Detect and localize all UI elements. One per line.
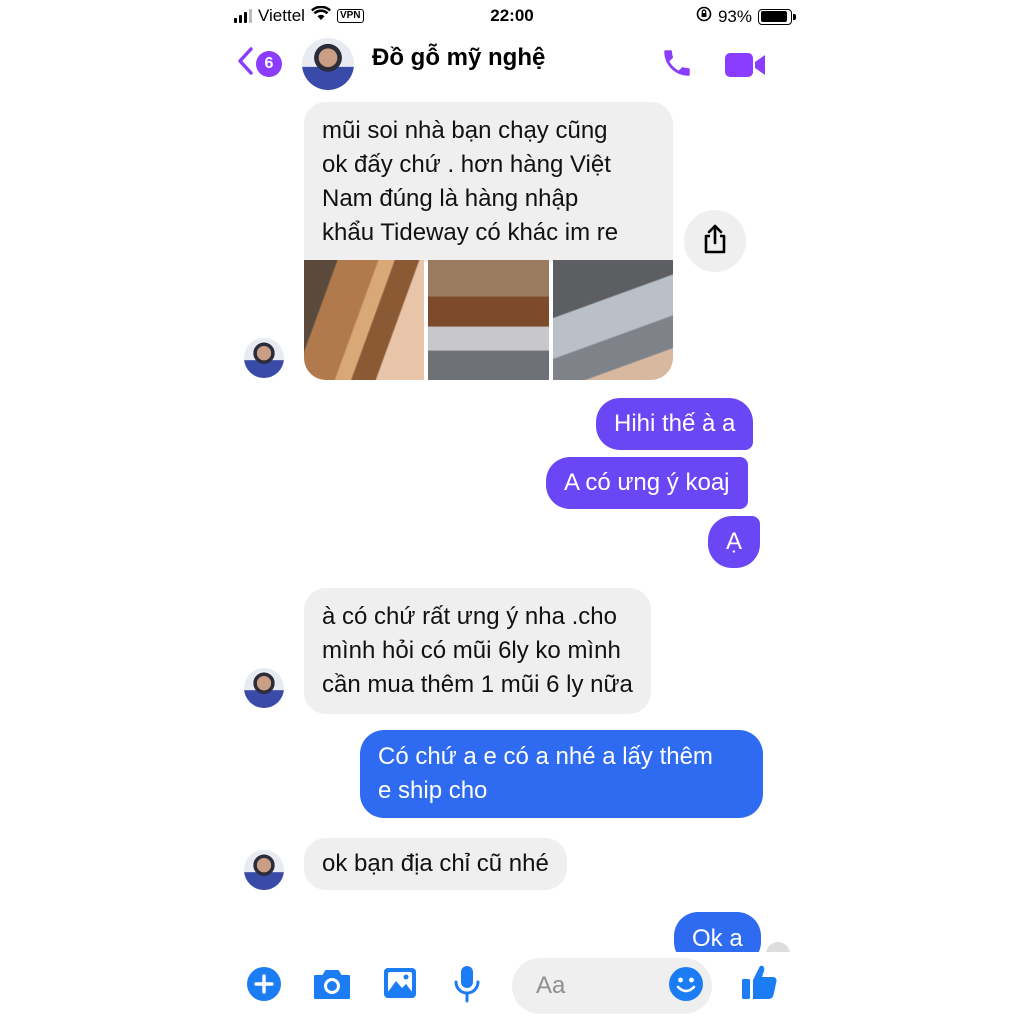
- share-icon: [701, 223, 729, 260]
- message-outgoing[interactable]: Ạ: [708, 516, 761, 568]
- battery-percent: 93%: [717, 6, 752, 26]
- attachment-image[interactable]: [552, 260, 673, 380]
- contact-name[interactable]: Đồ gỗ mỹ nghệ: [372, 44, 545, 72]
- contact-avatar[interactable]: [302, 38, 354, 90]
- message-outgoing[interactable]: A có ưng ý koaj: [546, 457, 748, 509]
- orientation-lock-icon: [696, 6, 712, 27]
- battery-icon: [758, 8, 796, 25]
- message-incoming[interactable]: à có chứ rất ưng ý nha .cho mình hỏi có …: [304, 588, 651, 714]
- back-chevron-icon: [236, 46, 254, 81]
- camera-icon[interactable]: [312, 968, 352, 1005]
- message-input-placeholder: Aa: [536, 972, 566, 999]
- unread-count-badge: 6: [256, 50, 282, 77]
- like-icon[interactable]: [740, 962, 778, 1007]
- message-incoming[interactable]: ok bạn địa chỉ cũ nhé: [304, 838, 567, 890]
- plus-icon[interactable]: [246, 966, 282, 1007]
- message-outgoing[interactable]: Có chứ a e có a nhé a lấy thêm e ship ch…: [360, 730, 763, 818]
- back-button[interactable]: 6: [236, 46, 282, 81]
- share-button[interactable]: [684, 210, 746, 272]
- attachment-image[interactable]: [428, 260, 549, 380]
- status-bar: Viettel VPN 22:00 93%: [224, 0, 800, 34]
- sender-avatar[interactable]: [244, 338, 284, 378]
- message-outgoing[interactable]: Hihi thế à a: [596, 398, 754, 450]
- photo-icon[interactable]: [382, 966, 418, 1005]
- image-attachments: [304, 260, 673, 380]
- message-incoming[interactable]: mũi soi nhà bạn chạy cũng ok đấy chứ . h…: [304, 102, 673, 262]
- attachment-image[interactable]: [304, 260, 425, 380]
- sender-avatar[interactable]: [244, 668, 284, 708]
- mic-icon[interactable]: [452, 964, 482, 1009]
- sender-avatar[interactable]: [244, 850, 284, 890]
- conversation-header: 6 Đồ gỗ mỹ nghệ: [224, 34, 800, 96]
- message-composer: Aa: [224, 952, 800, 1024]
- emoji-icon[interactable]: [668, 966, 704, 1007]
- video-camera-icon[interactable]: [724, 50, 766, 85]
- status-right: 93%: [696, 6, 796, 27]
- phone-icon[interactable]: [660, 46, 694, 85]
- messenger-screen: Viettel VPN 22:00 93% 6 Đồ gỗ mỹ nghệ mũ…: [224, 0, 800, 1024]
